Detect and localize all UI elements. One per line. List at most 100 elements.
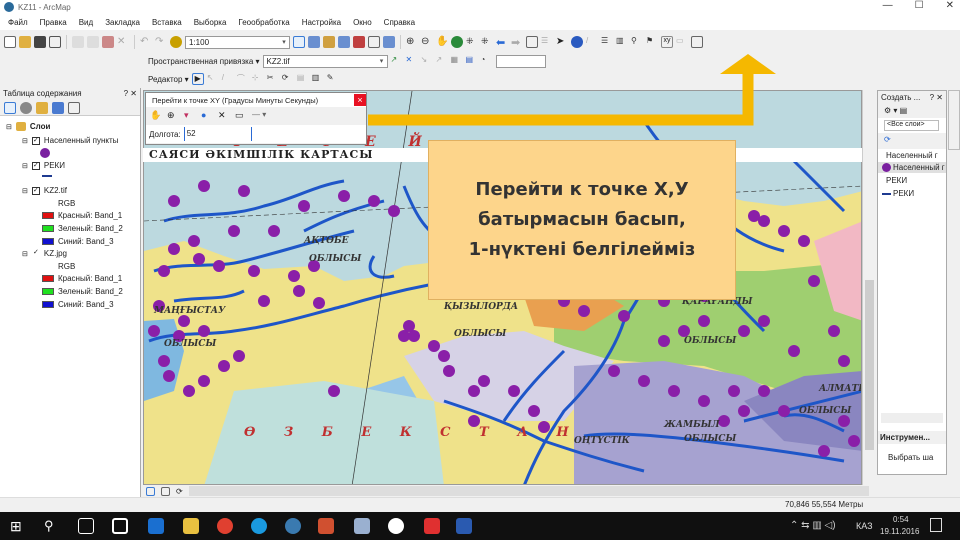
catalog-icon[interactable] <box>323 36 335 48</box>
settlement-point[interactable] <box>788 345 800 357</box>
fixed-zoom-out-icon[interactable]: ⁜ <box>481 36 493 48</box>
settlement-point[interactable] <box>163 370 175 382</box>
settlement-point[interactable] <box>198 180 210 192</box>
toc-layer-kz2tif[interactable]: ⊟ ✓ KZ2.tif <box>22 186 67 195</box>
dialog-close-button[interactable]: × <box>354 94 366 106</box>
full-extent-icon[interactable] <box>451 36 463 48</box>
find-icon[interactable]: ⚲ <box>631 36 643 48</box>
toc-options-icon[interactable] <box>68 102 80 114</box>
construction-tool-item[interactable]: Выбрать ша <box>888 453 933 462</box>
task-view-icon[interactable] <box>78 518 94 534</box>
identify-icon[interactable] <box>571 36 583 48</box>
toc-window-icon[interactable] <box>308 36 320 48</box>
add-labeled-point-icon[interactable]: ✕ <box>218 110 230 122</box>
settlement-point[interactable] <box>198 325 210 337</box>
yandex-icon[interactable] <box>424 518 440 534</box>
menu-selection[interactable]: Выборка <box>194 18 227 27</box>
toc-layer-rivers[interactable]: ⊟ ✓ РЕКИ <box>22 161 65 170</box>
settlement-point[interactable] <box>403 320 415 332</box>
settlement-point[interactable] <box>838 415 850 427</box>
settlement-point[interactable] <box>468 385 480 397</box>
menu-file[interactable]: Файл <box>8 18 28 27</box>
panel-scrollbar[interactable] <box>881 413 943 423</box>
forward-icon[interactable]: ➡ <box>511 36 523 49</box>
settlement-point[interactable] <box>738 325 750 337</box>
menu-customize[interactable]: Настройка <box>302 18 341 27</box>
menu-view[interactable]: Вид <box>79 18 93 27</box>
layer-filter-select[interactable]: <Все слои> <box>884 120 939 131</box>
settlement-point[interactable] <box>808 275 820 287</box>
layer-checkbox[interactable]: ✓ <box>31 136 40 145</box>
print-icon[interactable] <box>49 36 61 48</box>
settlement-point[interactable] <box>213 260 225 272</box>
editor-toolbar-icon[interactable] <box>293 36 305 48</box>
clear-selection-icon[interactable]: ☰ <box>541 36 553 48</box>
redo-icon[interactable]: ↷ <box>155 36 167 48</box>
create-viewer-icon[interactable] <box>691 36 703 48</box>
menu-insert[interactable]: Вставка <box>152 18 182 27</box>
arctoolbox-icon[interactable] <box>353 36 365 48</box>
template-tools-icon[interactable]: ⟳ <box>878 133 946 149</box>
georeferencing-menu[interactable]: Пространственная привязка ▾ <box>148 57 260 66</box>
time-slider-icon[interactable]: ▭ <box>676 36 688 48</box>
settlement-point[interactable] <box>158 265 170 277</box>
menu-bookmarks[interactable]: Закладка <box>105 18 140 27</box>
settlement-point[interactable] <box>698 395 710 407</box>
flash-icon[interactable]: ▾ <box>184 110 196 122</box>
save-icon[interactable] <box>34 36 46 48</box>
add-callout-icon[interactable]: ▭ <box>235 110 247 122</box>
settlement-point[interactable] <box>508 385 520 397</box>
units-dropdown-icon[interactable]: — ▾ <box>252 110 274 122</box>
layer-checkbox[interactable]: ✓ <box>31 186 40 195</box>
refresh-icon[interactable]: ⟳ <box>176 487 183 496</box>
skype-icon[interactable] <box>251 518 267 534</box>
find-route-icon[interactable]: ⚑ <box>646 36 658 48</box>
settlement-point[interactable] <box>443 365 455 377</box>
settlement-point[interactable] <box>293 285 305 297</box>
settlement-point[interactable] <box>188 235 200 247</box>
template-item[interactable]: Населенный г <box>878 162 946 173</box>
split-icon[interactable]: ✂ <box>267 73 279 85</box>
menu-edit[interactable]: Правка <box>40 18 67 27</box>
settlement-point[interactable] <box>338 190 350 202</box>
notifications-icon[interactable] <box>930 518 942 532</box>
list-by-selection-icon[interactable] <box>52 102 64 114</box>
create-features-icon[interactable]: ✎ <box>327 73 339 85</box>
edit-tool-icon[interactable]: ▶ <box>191 73 204 85</box>
media-icon[interactable] <box>354 518 370 534</box>
organize-templates-icon[interactable]: ⚙ ▾ ▤ <box>878 104 946 118</box>
settlement-point[interactable] <box>528 405 540 417</box>
settlement-point[interactable] <box>288 270 300 282</box>
cut-icon[interactable] <box>72 36 84 48</box>
settlement-point[interactable] <box>758 315 770 327</box>
settlement-point[interactable] <box>258 295 270 307</box>
store-icon[interactable] <box>112 518 128 534</box>
language-indicator[interactable]: КАЗ <box>856 521 873 531</box>
layer-checkbox[interactable]: ✓ <box>31 161 40 170</box>
search-icon[interactable]: ⚲ <box>44 518 60 534</box>
settlement-point[interactable] <box>698 315 710 327</box>
go-to-xy-icon[interactable]: xy <box>661 36 673 48</box>
toc-layer-kzjpg[interactable]: ⊟ ✓ KZ.jpg <box>22 249 67 259</box>
template-item[interactable]: РЕКИ <box>878 188 946 199</box>
maximize-button[interactable]: ☐ <box>915 0 924 11</box>
clock-date[interactable]: 19.11.2016 <box>880 527 919 536</box>
measure-icon[interactable]: ▥ <box>616 36 628 48</box>
latitude-input[interactable] <box>278 127 366 141</box>
settlement-point[interactable] <box>718 415 730 427</box>
toc-root[interactable]: Слои <box>30 122 51 131</box>
toc-pin-close[interactable]: ? ✕ <box>124 89 137 99</box>
hyperlink-icon[interactable]: / <box>586 36 598 48</box>
settlement-point[interactable] <box>798 235 810 247</box>
start-icon[interactable]: ⊞ <box>10 518 26 534</box>
settlement-point[interactable] <box>178 315 190 327</box>
settlement-point[interactable] <box>388 205 400 217</box>
toc-layer-settlements[interactable]: ⊟ ✓ Населенный пункты <box>22 136 118 145</box>
settlement-point[interactable] <box>668 385 680 397</box>
list-by-source-icon[interactable] <box>20 102 32 114</box>
rotate-feature-icon[interactable]: ⟳ <box>282 73 294 85</box>
settlement-point[interactable] <box>193 253 205 265</box>
pan-icon[interactable]: ✋ <box>436 36 448 48</box>
layer-checkbox[interactable]: ✓ <box>32 249 40 258</box>
trace-icon[interactable]: ⊹ <box>252 73 264 85</box>
